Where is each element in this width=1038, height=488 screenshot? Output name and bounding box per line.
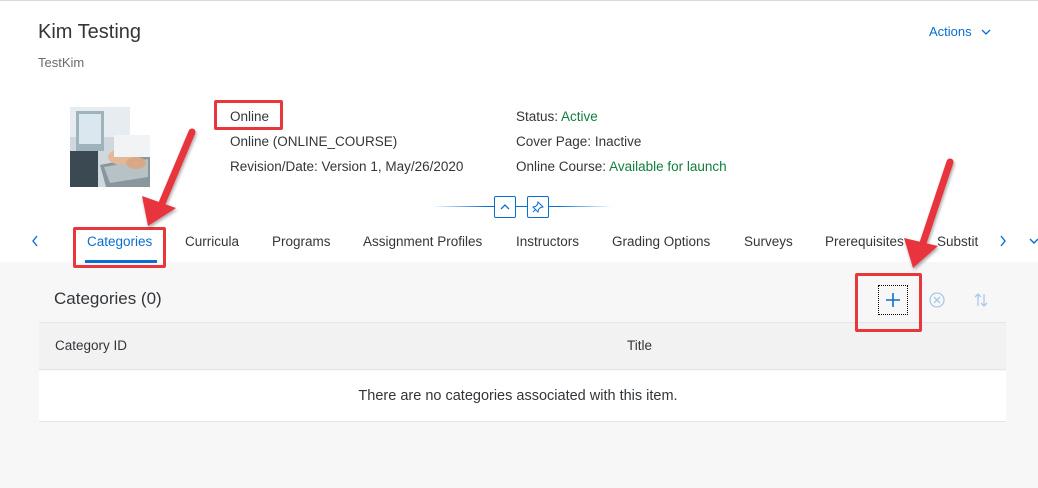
cover-page-label: Cover Page: [516,134,592,149]
pin-icon [532,201,544,213]
column-header-title[interactable]: Title [627,338,652,353]
online-course-value: Available for launch [609,159,727,174]
header-collapse-bar [432,196,612,218]
cover-page-value: Inactive [594,134,642,149]
tab-substitutes[interactable]: Substit [937,234,983,249]
tab-assignment-profiles[interactable]: Assignment Profiles [363,234,482,249]
active-tab-indicator [85,260,157,263]
details-left-column: Online Online (ONLINE_COURSE) Revision/D… [230,104,463,179]
delivery-type: Online [230,109,270,124]
tab-bar: Categories Curricula Programs Assignment… [0,222,1038,263]
status-value: Active [561,109,598,124]
chevron-down-icon [1029,238,1038,244]
tab-categories[interactable]: Categories [87,234,152,249]
tab-grading-options[interactable]: Grading Options [612,234,710,249]
chevron-up-icon [500,204,510,210]
tab-instructors[interactable]: Instructors [516,234,579,249]
add-category-button[interactable] [878,285,908,315]
actions-menu-button[interactable]: Actions [929,24,992,39]
course-thumbnail [70,107,150,187]
online-course-row: Online Course: Available for launch [516,154,727,179]
tab-curricula[interactable]: Curricula [185,234,239,249]
chevron-down-icon [981,29,991,35]
tab-programs[interactable]: Programs [272,234,331,249]
sort-button[interactable] [966,285,996,315]
circle-x-icon [929,292,945,308]
collapse-divider [432,206,612,207]
remove-category-button[interactable] [922,285,952,315]
details-right-column: Status: Active Cover Page: Inactive Onli… [516,104,727,179]
pin-header-button[interactable] [527,196,549,218]
page-title: Kim Testing [38,21,142,43]
tabs-scroll-right-button[interactable] [995,232,1011,250]
tabs-scroll-left-button[interactable] [27,232,43,250]
delivery-method: Online (ONLINE_COURSE) [230,134,398,149]
chevron-left-icon [32,235,38,247]
online-course-label: Online Course: [516,159,607,174]
table-header: Category ID Title [39,322,1006,370]
cover-page-row: Cover Page: Inactive [516,129,727,154]
plus-icon [886,293,900,307]
revision-date: Revision/Date: Version 1, May/26/2020 [230,159,464,174]
chevron-right-icon [1000,235,1006,247]
categories-panel-title: Categories (0) [54,289,162,308]
empty-table-message: There are no categories associated with … [358,388,678,404]
table-body: There are no categories associated with … [39,371,1006,422]
column-header-category-id[interactable]: Category ID [55,338,127,353]
tabs-overflow-button[interactable] [1026,232,1038,250]
status-label: Status: [516,109,559,124]
tab-prerequisites[interactable]: Prerequisites [825,234,904,249]
actions-label: Actions [929,24,972,39]
tab-surveys[interactable]: Surveys [744,234,793,249]
page-subtitle: TestKim [38,55,85,70]
status-row: Status: Active [516,104,727,129]
sort-icon [974,293,988,307]
object-header: Kim Testing TestKim Actions Online Onlin… [0,0,1038,263]
collapse-header-button[interactable] [494,196,516,218]
